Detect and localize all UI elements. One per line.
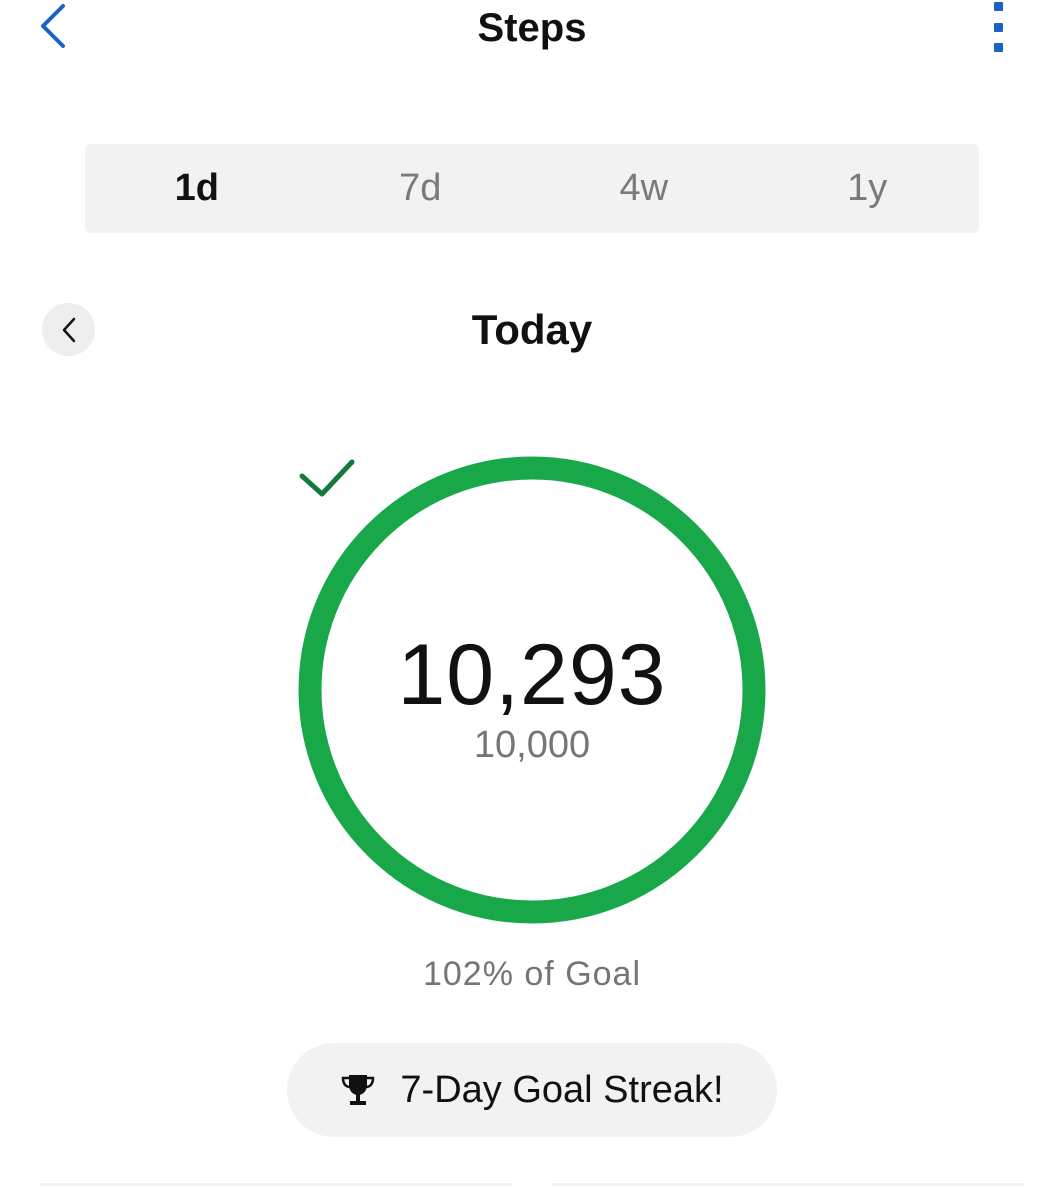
page-title: Steps <box>477 6 587 50</box>
steps-count: 10,293 <box>397 627 667 723</box>
tab-4w[interactable]: 4w <box>532 144 756 233</box>
goal-percent-label: 102% of Goal <box>422 955 642 993</box>
date-label: Today <box>471 306 593 353</box>
nav-bar: Steps <box>0 0 1064 60</box>
checkmark-icon <box>299 459 355 497</box>
steps-progress-ring: 10,293 10,000 <box>298 456 766 924</box>
streak-label: 7-Day Goal Streak! <box>400 1068 724 1111</box>
tab-1d[interactable]: 1d <box>85 144 309 233</box>
more-options-button[interactable] <box>986 2 1010 52</box>
card-top-edge-right <box>552 1183 1024 1186</box>
range-segmented-control: 1d 7d 4w 1y <box>85 144 979 233</box>
more-vertical-icon-dot <box>993 22 1003 32</box>
tab-7d[interactable]: 7d <box>309 144 533 233</box>
more-vertical-icon <box>993 2 1003 11</box>
card-top-edge-left <box>40 1183 512 1186</box>
trophy-icon <box>340 1072 376 1108</box>
streak-badge[interactable]: 7-Day Goal Streak! <box>287 1043 777 1137</box>
more-vertical-icon-dot <box>993 43 1003 52</box>
tab-1y[interactable]: 1y <box>756 144 980 233</box>
steps-goal: 10,000 <box>473 724 591 766</box>
